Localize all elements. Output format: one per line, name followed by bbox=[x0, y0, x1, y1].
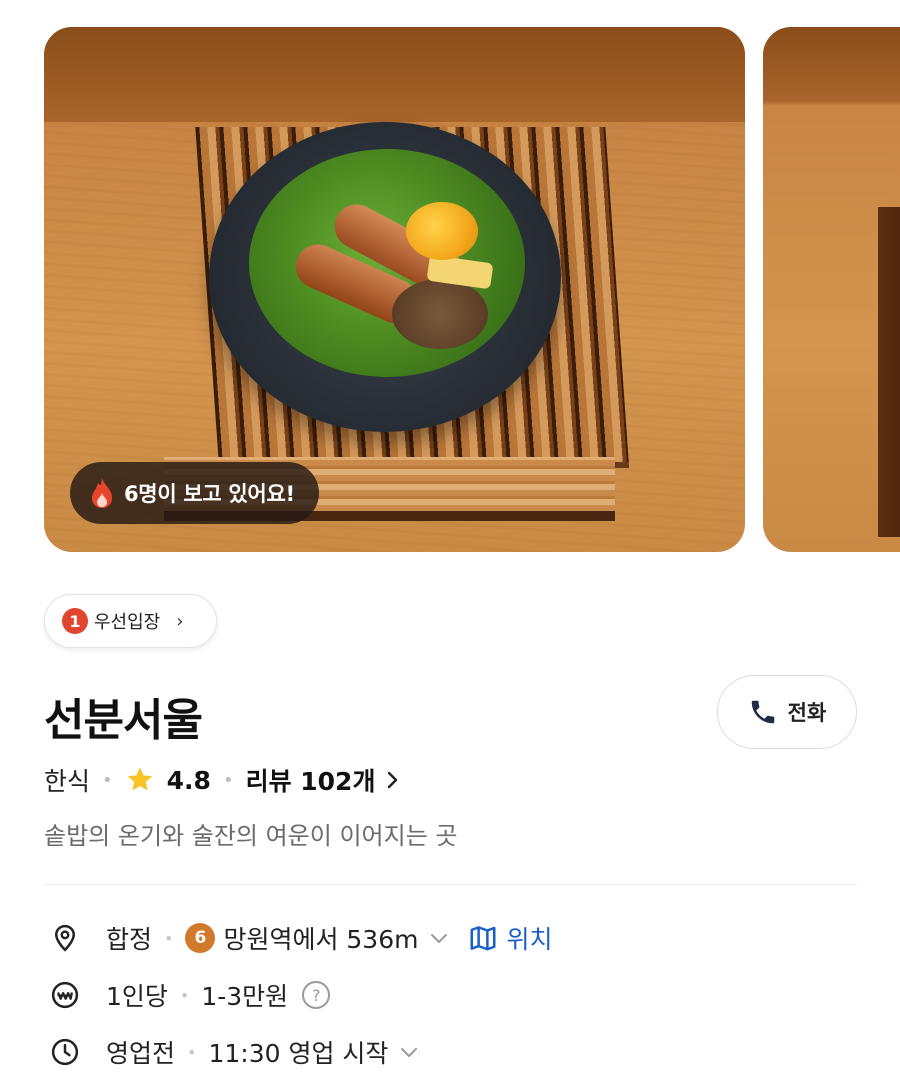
priority-number-badge: 1 bbox=[62, 608, 88, 634]
price-range: 1-3만원 bbox=[201, 982, 289, 1011]
map-link-label: 위치 bbox=[506, 925, 553, 954]
hours-open-text: 11:30 영업 시작 bbox=[208, 1039, 389, 1068]
price-unit: 1인당 bbox=[106, 982, 168, 1011]
chevron-down-icon[interactable] bbox=[398, 1041, 420, 1063]
photo-next-shadow bbox=[878, 207, 900, 537]
photo-table-edge bbox=[44, 27, 745, 122]
phone-icon bbox=[751, 700, 774, 724]
subway-line-badge: 6 bbox=[185, 923, 216, 953]
section-divider bbox=[44, 884, 857, 885]
review-link[interactable]: 리뷰 102개 bbox=[246, 762, 402, 798]
separator-dot: • bbox=[164, 928, 174, 948]
location-pin-icon bbox=[54, 924, 76, 952]
photo-carousel[interactable]: 6명이 보고 있어요! bbox=[0, 0, 900, 560]
star-icon bbox=[127, 767, 152, 791]
photo-egg-yolk bbox=[406, 202, 478, 260]
store-tagline: 솥밥의 온기와 술잔의 여운이 이어지는 곳 bbox=[44, 822, 458, 850]
separator-dot: • bbox=[187, 1042, 197, 1062]
store-category: 한식 bbox=[44, 767, 91, 796]
viewer-count-text: 6명이 보고 있어요! bbox=[124, 482, 295, 506]
chevron-right-icon: › bbox=[176, 610, 184, 632]
call-button[interactable]: 전화 bbox=[717, 675, 857, 749]
call-button-label: 전화 bbox=[787, 701, 827, 725]
hours-status: 영업전 bbox=[106, 1039, 176, 1068]
review-count: 리뷰 102개 bbox=[245, 767, 376, 796]
photo-seeds bbox=[392, 279, 488, 349]
price-row: 1인당 • 1-3만원 ? bbox=[50, 975, 331, 1015]
chevron-down-icon[interactable] bbox=[428, 927, 450, 949]
viewer-count-badge: 6명이 보고 있어요! bbox=[70, 462, 319, 524]
wallet-icon bbox=[51, 981, 79, 1009]
priority-entry-label: 우선입장 bbox=[94, 612, 161, 633]
map-link[interactable]: 위치 bbox=[468, 920, 553, 956]
store-rating: 4.8 bbox=[166, 765, 211, 795]
restaurant-photo[interactable]: 6명이 보고 있어요! bbox=[44, 27, 745, 552]
map-icon bbox=[470, 926, 496, 951]
next-photo-preview[interactable] bbox=[763, 27, 900, 552]
separator-dot: • bbox=[102, 769, 113, 791]
clock-icon bbox=[51, 1038, 79, 1066]
help-icon[interactable]: ? bbox=[302, 981, 331, 1009]
location-row: 합정 • 6 망원역에서 536m 위치 bbox=[50, 918, 553, 958]
priority-entry-chip[interactable]: 1 우선입장 › bbox=[44, 594, 217, 648]
separator-dot: • bbox=[179, 985, 190, 1005]
chevron-right-icon bbox=[388, 771, 398, 789]
store-name: 선분서울 bbox=[44, 695, 203, 746]
hours-row: 영업전 • 11:30 영업 시작 bbox=[50, 1032, 420, 1072]
subway-distance: 망원역에서 536m bbox=[223, 925, 419, 954]
location-area: 합정 bbox=[106, 925, 153, 954]
separator-dot: • bbox=[222, 769, 234, 791]
store-meta-row: 한식 • 4.8 • 리뷰 102개 bbox=[44, 760, 401, 800]
flame-icon bbox=[92, 478, 112, 508]
